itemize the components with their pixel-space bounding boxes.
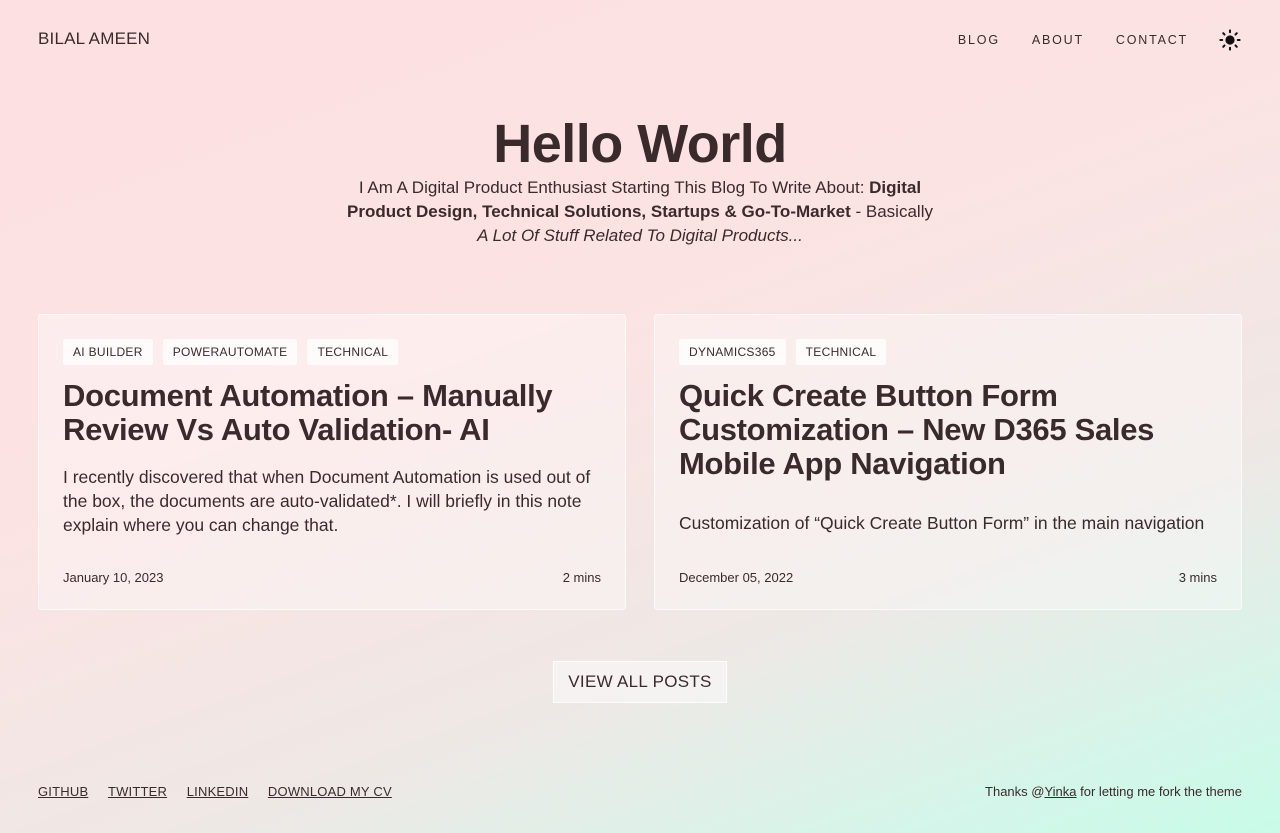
post-card[interactable]: DYNAMICS365 TECHNICAL Quick Create Butto… [654, 314, 1242, 610]
nav-blog[interactable]: BLOG [958, 33, 1000, 47]
tag-technical[interactable]: TECHNICAL [307, 339, 399, 365]
footer-credit: Thanks @Yinka for letting me fork the th… [985, 784, 1242, 799]
main-nav: BLOG ABOUT CONTACT [926, 28, 1242, 52]
hero-intro: I Am A Digital Product Enthusiast Starti… [358, 178, 870, 197]
credit-link-yinka[interactable]: Yinka [1044, 784, 1076, 799]
footer-link-github[interactable]: GITHUB [38, 784, 88, 799]
tag-ai-builder[interactable]: AI BUILDER [63, 339, 153, 365]
tag-technical[interactable]: TECHNICAL [795, 339, 887, 365]
post-meta: December 05, 2022 3 mins [679, 570, 1217, 585]
tag-dynamics365[interactable]: DYNAMICS365 [679, 339, 786, 365]
site-footer: GITHUB TWITTER LINKEDIN DOWNLOAD MY CV T… [38, 784, 1242, 799]
hero-description: I Am A Digital Product Enthusiast Starti… [340, 176, 940, 248]
post-meta: January 10, 2023 2 mins [63, 570, 601, 585]
site-brand[interactable]: BILAL AMEEN [38, 29, 150, 49]
post-cards: AI BUILDER POWERAUTOMATE TECHNICAL Docum… [38, 314, 1242, 610]
nav-about[interactable]: ABOUT [1032, 33, 1084, 47]
hero-section: Hello World I Am A Digital Product Enthu… [0, 112, 1280, 248]
hero-dash: - Basically [850, 202, 933, 221]
footer-link-twitter[interactable]: TWITTER [108, 784, 167, 799]
post-tags: DYNAMICS365 TECHNICAL [679, 339, 1217, 365]
post-read-time: 2 mins [562, 570, 601, 585]
post-card[interactable]: AI BUILDER POWERAUTOMATE TECHNICAL Docum… [38, 314, 626, 610]
tag-powerautomate[interactable]: POWERAUTOMATE [162, 339, 298, 365]
post-title[interactable]: Document Automation – Manually Review Vs… [63, 379, 601, 447]
post-date: January 10, 2023 [63, 570, 164, 585]
post-read-time: 3 mins [1178, 570, 1217, 585]
hero-title: Hello World [493, 114, 787, 174]
hero-tail: A Lot Of Stuff Related To Digital Produc… [477, 226, 803, 245]
post-excerpt: Customization of “Quick Create Button Fo… [679, 513, 1205, 533]
post-excerpt: I recently discovered that when Document… [63, 467, 591, 535]
nav-contact[interactable]: CONTACT [1116, 33, 1188, 47]
credit-suffix: for letting me fork the theme [1076, 784, 1242, 799]
post-title[interactable]: Quick Create Button Form Customization –… [679, 379, 1217, 481]
footer-link-linkedin[interactable]: LINKEDIN [187, 784, 249, 799]
footer-link-download-cv[interactable]: DOWNLOAD MY CV [268, 784, 392, 799]
footer-links: GITHUB TWITTER LINKEDIN DOWNLOAD MY CV [38, 784, 408, 799]
theme-toggle-button[interactable] [1218, 28, 1242, 52]
view-all-posts-button[interactable]: VIEW ALL POSTS [553, 661, 727, 703]
credit-prefix: Thanks @ [985, 784, 1045, 799]
post-tags: AI BUILDER POWERAUTOMATE TECHNICAL [63, 339, 601, 365]
sun-icon [1219, 29, 1241, 51]
site-header: BILAL AMEEN BLOG ABOUT CONTACT [0, 0, 1280, 80]
post-date: December 05, 2022 [679, 570, 794, 585]
